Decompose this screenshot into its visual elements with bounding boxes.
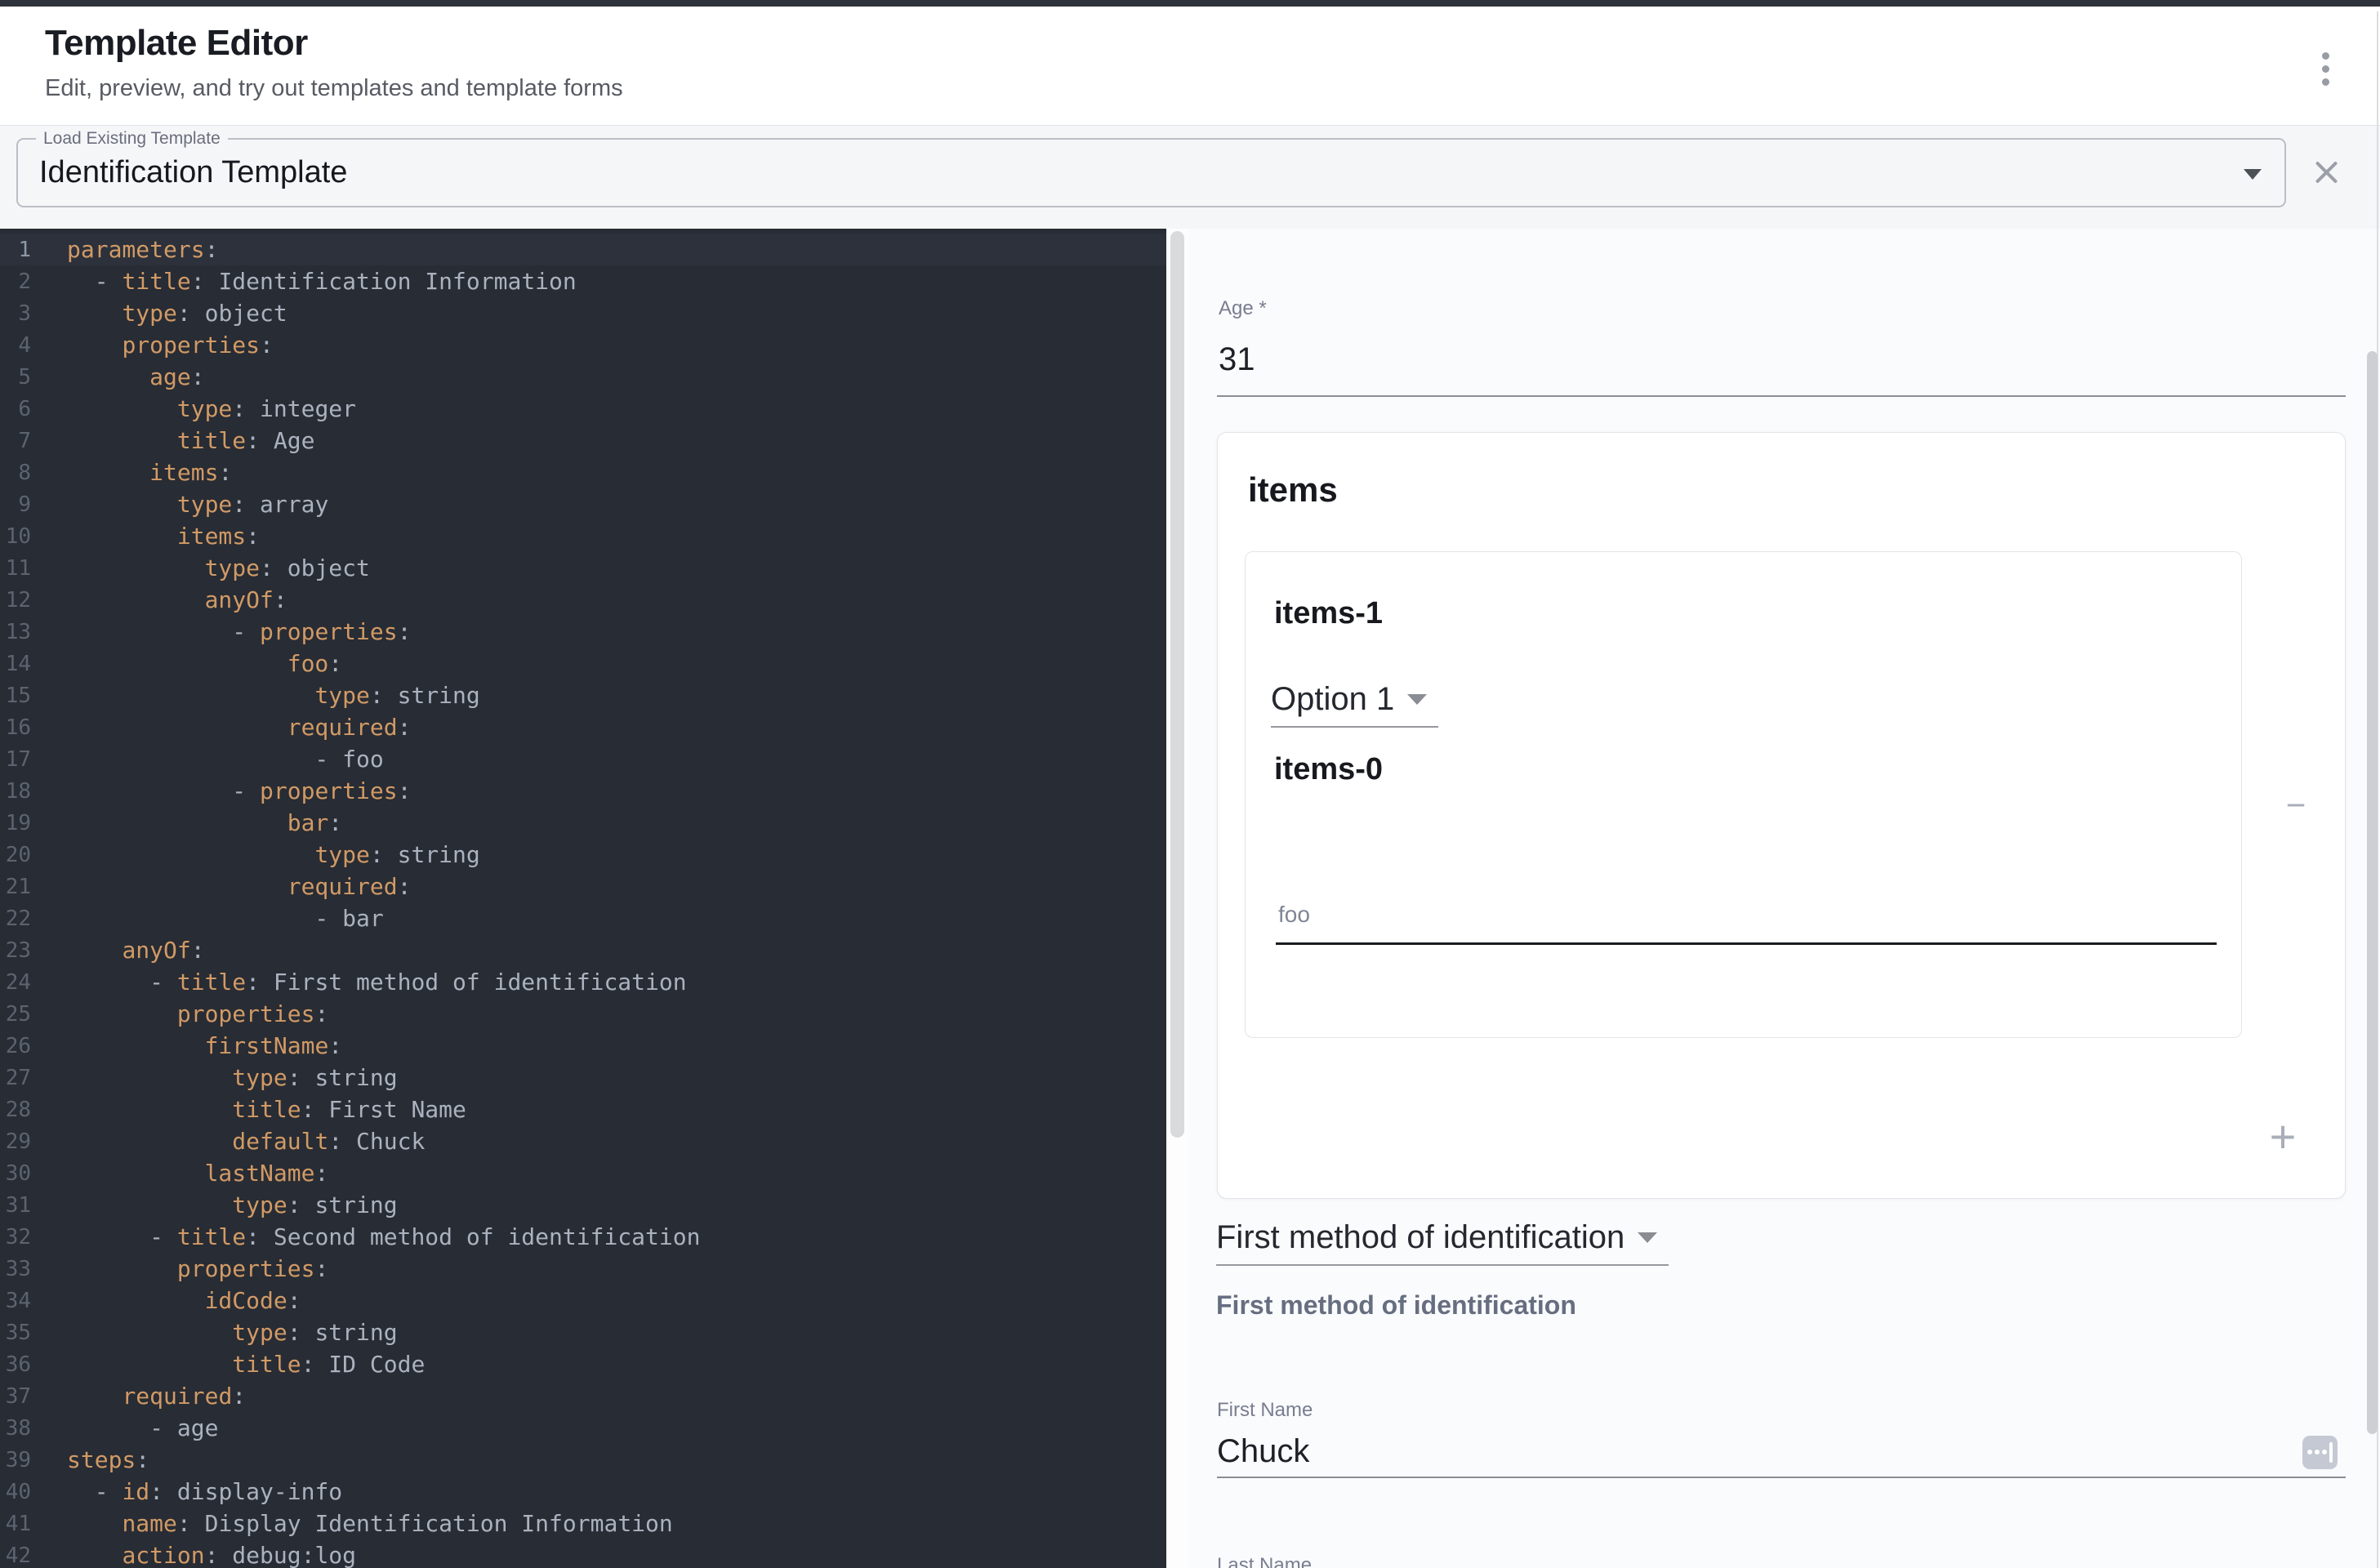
- code-line: 35 type: string: [0, 1316, 1166, 1348]
- code-line: 13 - properties:: [0, 616, 1166, 648]
- code-line: 19 bar:: [0, 807, 1166, 839]
- items-section-card: items items-1 Option 1 items-0 foo − +: [1217, 432, 2346, 1199]
- code-line: 27 type: string: [0, 1062, 1166, 1094]
- code-line: 29 default: Chuck: [0, 1125, 1166, 1157]
- autofill-icon[interactable]: [2302, 1436, 2338, 1469]
- code-line: 8 items:: [0, 457, 1166, 488]
- code-line: 37 required:: [0, 1380, 1166, 1412]
- code-line: 39steps:: [0, 1444, 1166, 1476]
- method-select-value: First method of identification: [1216, 1219, 1625, 1256]
- load-template-select[interactable]: Load Existing Template Identification Te…: [16, 138, 2286, 207]
- code-line: 15 type: string: [0, 679, 1166, 711]
- first-name-underline: [1217, 1477, 2346, 1478]
- code-line: 20 type: string: [0, 839, 1166, 871]
- items-item-card: items-1 Option 1 items-0 foo: [1245, 551, 2242, 1038]
- code-line: 23 anyOf:: [0, 934, 1166, 966]
- code-line: 5 age:: [0, 361, 1166, 393]
- more-options-button[interactable]: [2306, 42, 2345, 95]
- code-line: 10 items:: [0, 520, 1166, 552]
- remove-item-button[interactable]: −: [2273, 782, 2319, 828]
- kebab-dot-icon: [2322, 78, 2329, 86]
- kebab-dot-icon: [2322, 52, 2329, 60]
- editor-scrollbar-thumb[interactable]: [1170, 231, 1184, 1138]
- code-line: 38 - age: [0, 1412, 1166, 1444]
- add-item-button[interactable]: +: [2260, 1113, 2306, 1159]
- window-top-strip: [0, 0, 2380, 7]
- code-line: 3 type: object: [0, 297, 1166, 329]
- items-section-title: items: [1248, 470, 1338, 510]
- code-line: 14 foo:: [0, 648, 1166, 679]
- page-subtitle: Edit, preview, and try out templates and…: [45, 75, 623, 102]
- code-line: 16 required:: [0, 711, 1166, 743]
- first-name-label: First Name: [1217, 1399, 1313, 1422]
- code-line: 32 - title: Second method of identificat…: [0, 1221, 1166, 1253]
- code-line: 17 - foo: [0, 743, 1166, 775]
- code-lines: 1parameters:2 - title: Identification In…: [0, 229, 1166, 1568]
- age-input[interactable]: 31: [1219, 341, 1255, 378]
- code-line: 30 lastName:: [0, 1157, 1166, 1189]
- code-line: 31 type: string: [0, 1189, 1166, 1221]
- page-title: Template Editor: [45, 23, 308, 64]
- code-line: 22 - bar: [0, 902, 1166, 934]
- template-loader-bar: Load Existing Template Identification Te…: [0, 125, 2380, 229]
- item-variant-select[interactable]: Option 1: [1271, 681, 1438, 728]
- form-preview-panel: Age * 31 items items-1 Option 1 items-0 …: [1188, 229, 2380, 1568]
- item-variant-value: Option 1: [1271, 681, 1394, 718]
- code-line: 25 properties:: [0, 998, 1166, 1030]
- code-line: 12 anyOf:: [0, 584, 1166, 616]
- code-line: 9 type: array: [0, 488, 1166, 520]
- close-icon: [2314, 160, 2339, 185]
- code-line: 34 idCode:: [0, 1285, 1166, 1316]
- code-line: 36 title: ID Code: [0, 1348, 1166, 1380]
- chevron-down-icon: [1638, 1232, 1657, 1243]
- code-line: 41 name: Display Identification Informat…: [0, 1508, 1166, 1539]
- editor-scrollbar[interactable]: [1166, 229, 1188, 1568]
- code-line: 28 title: First Name: [0, 1094, 1166, 1125]
- chevron-down-icon: [1407, 694, 1427, 705]
- code-line: 4 properties:: [0, 329, 1166, 361]
- foo-label: foo: [1278, 902, 1310, 928]
- page-header: Template Editor Edit, preview, and try o…: [0, 7, 2380, 125]
- foo-underline-focused: [1276, 942, 2217, 945]
- code-line: 33 properties:: [0, 1253, 1166, 1285]
- method-section-title: First method of identification: [1216, 1290, 1576, 1321]
- age-underline: [1217, 395, 2346, 397]
- method-select[interactable]: First method of identification: [1216, 1219, 1669, 1266]
- chevron-down-icon: [2244, 169, 2262, 180]
- code-line: 6 type: integer: [0, 393, 1166, 425]
- code-line: 42 action: debug:log: [0, 1539, 1166, 1568]
- code-line: 40 - id: display-info: [0, 1476, 1166, 1508]
- item-subtitle: items-0: [1274, 752, 1383, 787]
- code-line: 11 type: object: [0, 552, 1166, 584]
- kebab-dot-icon: [2322, 65, 2329, 73]
- code-line: 7 title: Age: [0, 425, 1166, 457]
- item-title: items-1: [1274, 596, 1383, 631]
- first-name-input[interactable]: Chuck: [1217, 1433, 1309, 1470]
- code-line: 24 - title: First method of identificati…: [0, 966, 1166, 998]
- code-line: 2 - title: Identification Information: [0, 265, 1166, 297]
- clear-template-button[interactable]: [2306, 152, 2347, 193]
- age-label: Age *: [1219, 297, 1267, 320]
- last-name-label: Last Name: [1217, 1554, 1312, 1568]
- code-line: 21 required:: [0, 871, 1166, 902]
- code-line: 26 firstName:: [0, 1030, 1166, 1062]
- code-line: 1parameters:: [0, 234, 1166, 265]
- code-editor[interactable]: 1parameters:2 - title: Identification In…: [0, 229, 1166, 1568]
- code-line: 18 - properties:: [0, 775, 1166, 807]
- page-scrollbar-thumb[interactable]: [2367, 351, 2378, 1434]
- load-template-value: Identification Template: [39, 140, 347, 206]
